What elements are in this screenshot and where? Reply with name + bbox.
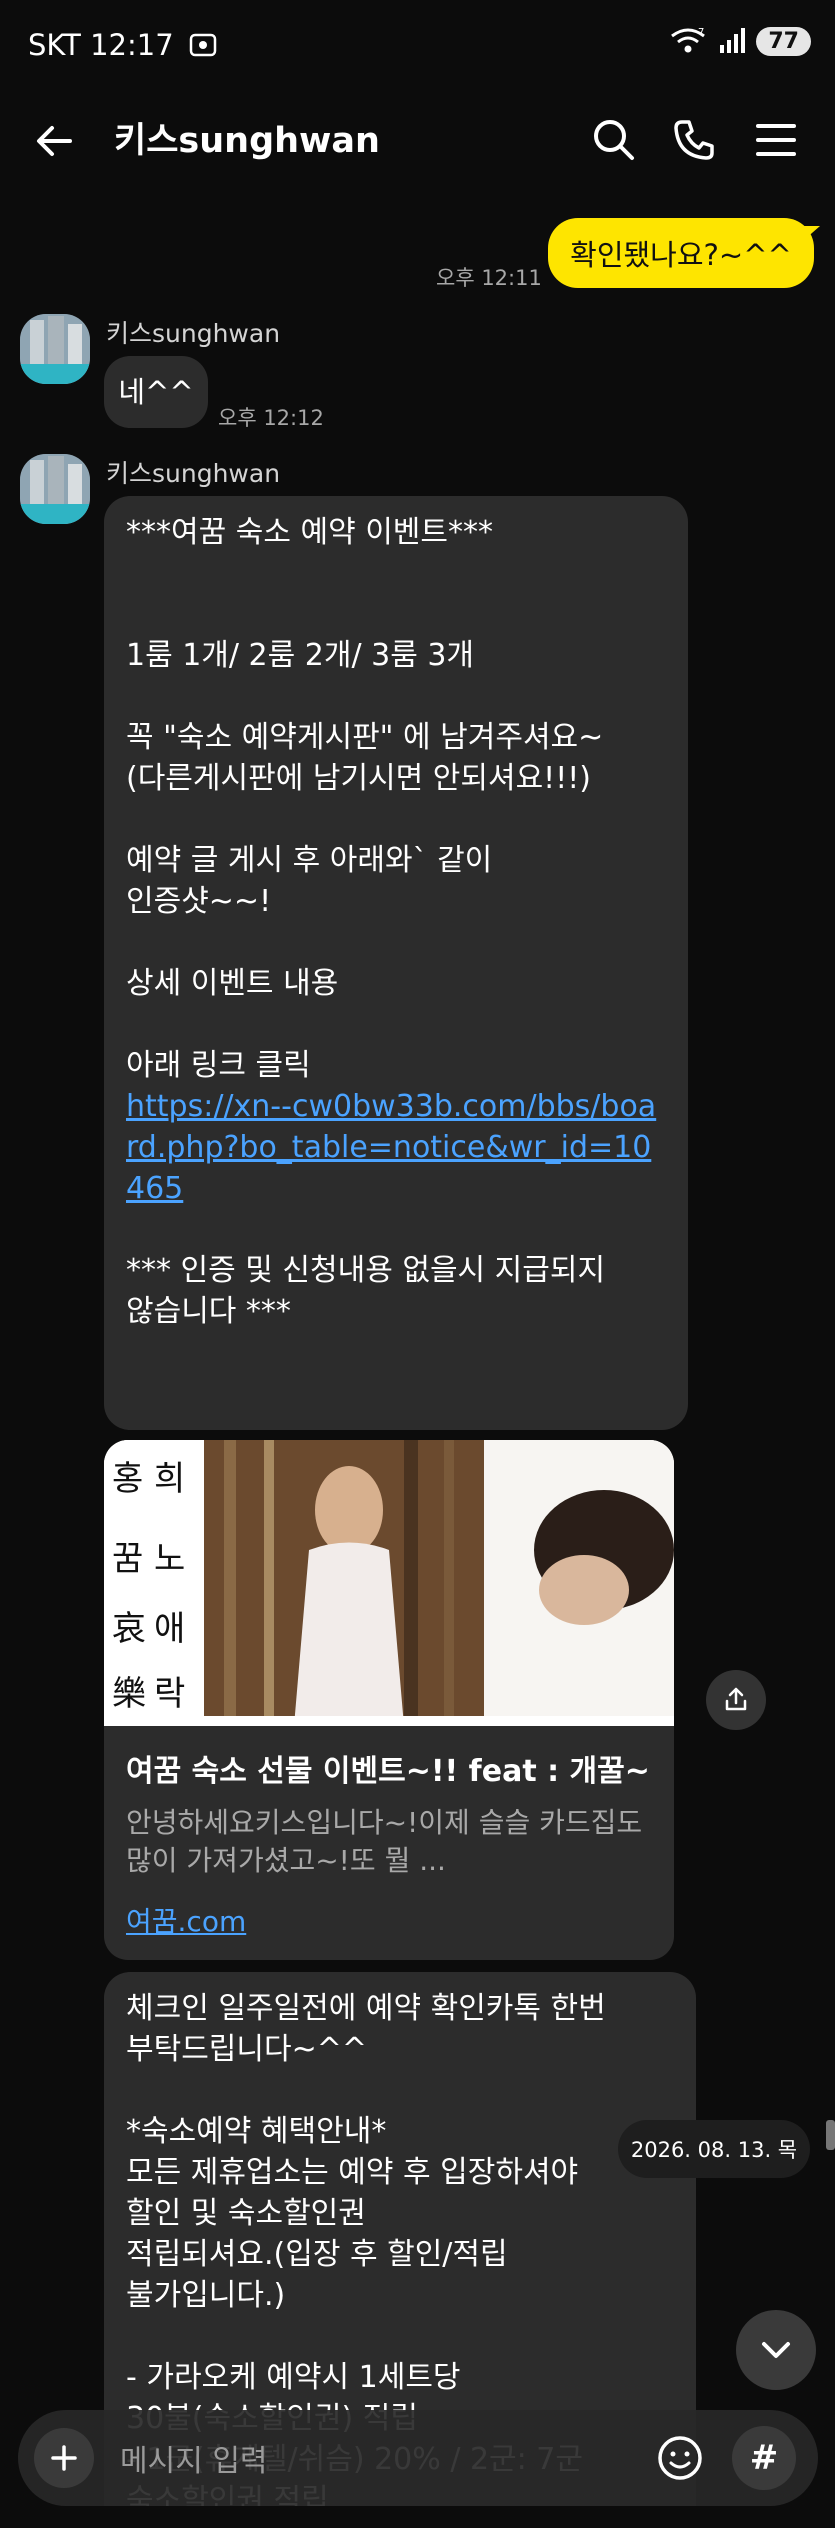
share-icon <box>725 1687 747 1711</box>
my-message-bubble[interactable]: 확인됐나요?~^^ <box>548 218 820 288</box>
svg-text:꿈: 꿈 <box>112 1539 143 1579</box>
svg-text:희: 희 <box>154 1459 185 1499</box>
link-preview-card[interactable]: 홍 희 꿈 노 哀 애 樂 락 여꿈 숙소 선물 이벤트~!! feat : 개… <box>104 1440 674 1960</box>
menu-icon[interactable] <box>750 114 802 166</box>
svg-text:애: 애 <box>154 1609 185 1649</box>
attach-button[interactable] <box>34 2428 94 2488</box>
card-link[interactable]: 여꿈.com <box>126 1900 246 1940</box>
bottom-safe-area <box>0 2506 835 2528</box>
chevron-down-icon <box>762 2342 790 2358</box>
svg-text:哀: 哀 <box>112 1609 146 1649</box>
phone-icon[interactable] <box>668 114 720 166</box>
avatar-image-icon <box>20 314 90 384</box>
status-right: 7 77 <box>668 26 811 56</box>
reply-time: 오후 12:12 <box>218 406 324 430</box>
scrollbar-thumb[interactable] <box>826 2120 835 2150</box>
chat-header: 키스sunghwan <box>0 92 835 188</box>
card-description: 안녕하세요키스입니다~!이제 슬슬 카드집도 많이 가져가셨고~!또 뭘 ... <box>126 1806 643 1877</box>
event-message-text: ***여꿈 숙소 예약 이벤트*** 1룸 1개/ 2룸 2개/ 3룸 3개 꼭… <box>126 515 604 1083</box>
status-bar: SKT 12:17 7 77 <box>0 0 835 92</box>
svg-text:樂: 樂 <box>112 1674 146 1714</box>
status-left: SKT 12:17 <box>28 28 218 62</box>
reply-bubble-short[interactable]: 네^^ <box>104 356 208 428</box>
message-input-bar: 메시지 입력 # <box>18 2410 818 2506</box>
wifi-icon: 7 <box>671 27 706 53</box>
preview-image: 홍 희 꿈 노 哀 애 樂 락 <box>104 1440 674 1726</box>
event-message-footer: *** 인증 및 신청내용 없을시 지급되지 않습니다 *** <box>126 1253 606 1329</box>
share-button[interactable] <box>706 1670 766 1730</box>
carrier-time: SKT 12:17 <box>28 28 174 62</box>
avatar[interactable] <box>20 314 90 384</box>
chat-title: 키스sunghwan <box>114 121 380 161</box>
battery-indicator: 77 <box>756 26 811 56</box>
avatar-image-icon <box>20 454 90 524</box>
plus-icon <box>51 2445 77 2471</box>
card-title: 여꿈 숙소 선물 이벤트~!! feat : 개꿀~ <box>126 1754 650 1789</box>
hashtag-button[interactable]: # <box>732 2426 796 2490</box>
back-arrow-icon[interactable] <box>30 116 80 166</box>
sender-name: 키스sunghwan <box>106 459 281 488</box>
avatar[interactable] <box>20 454 90 524</box>
signal-icon <box>720 28 746 53</box>
date-indicator: 2026. 08. 13. 목 <box>618 2120 810 2178</box>
wifi-superscript: 7 <box>698 27 704 38</box>
my-message-time: 오후 12:11 <box>436 266 542 290</box>
sender-name: 키스sunghwan <box>106 319 281 348</box>
message-input[interactable]: 메시지 입력 <box>120 2436 268 2480</box>
screen-recorder-icon <box>189 33 216 57</box>
svg-text:노: 노 <box>154 1539 185 1579</box>
emoji-icon[interactable] <box>654 2432 706 2484</box>
scroll-down-button[interactable] <box>736 2310 816 2390</box>
svg-text:홍: 홍 <box>112 1459 143 1499</box>
event-link[interactable]: https://xn--cw0bw33b.com/bbs/board.php?b… <box>126 1086 666 1209</box>
event-message-bubble[interactable]: ***여꿈 숙소 예약 이벤트*** 1룸 1개/ 2룸 2개/ 3룸 3개 꼭… <box>104 496 688 1430</box>
svg-text:락: 락 <box>154 1674 185 1714</box>
search-icon[interactable] <box>588 114 640 166</box>
